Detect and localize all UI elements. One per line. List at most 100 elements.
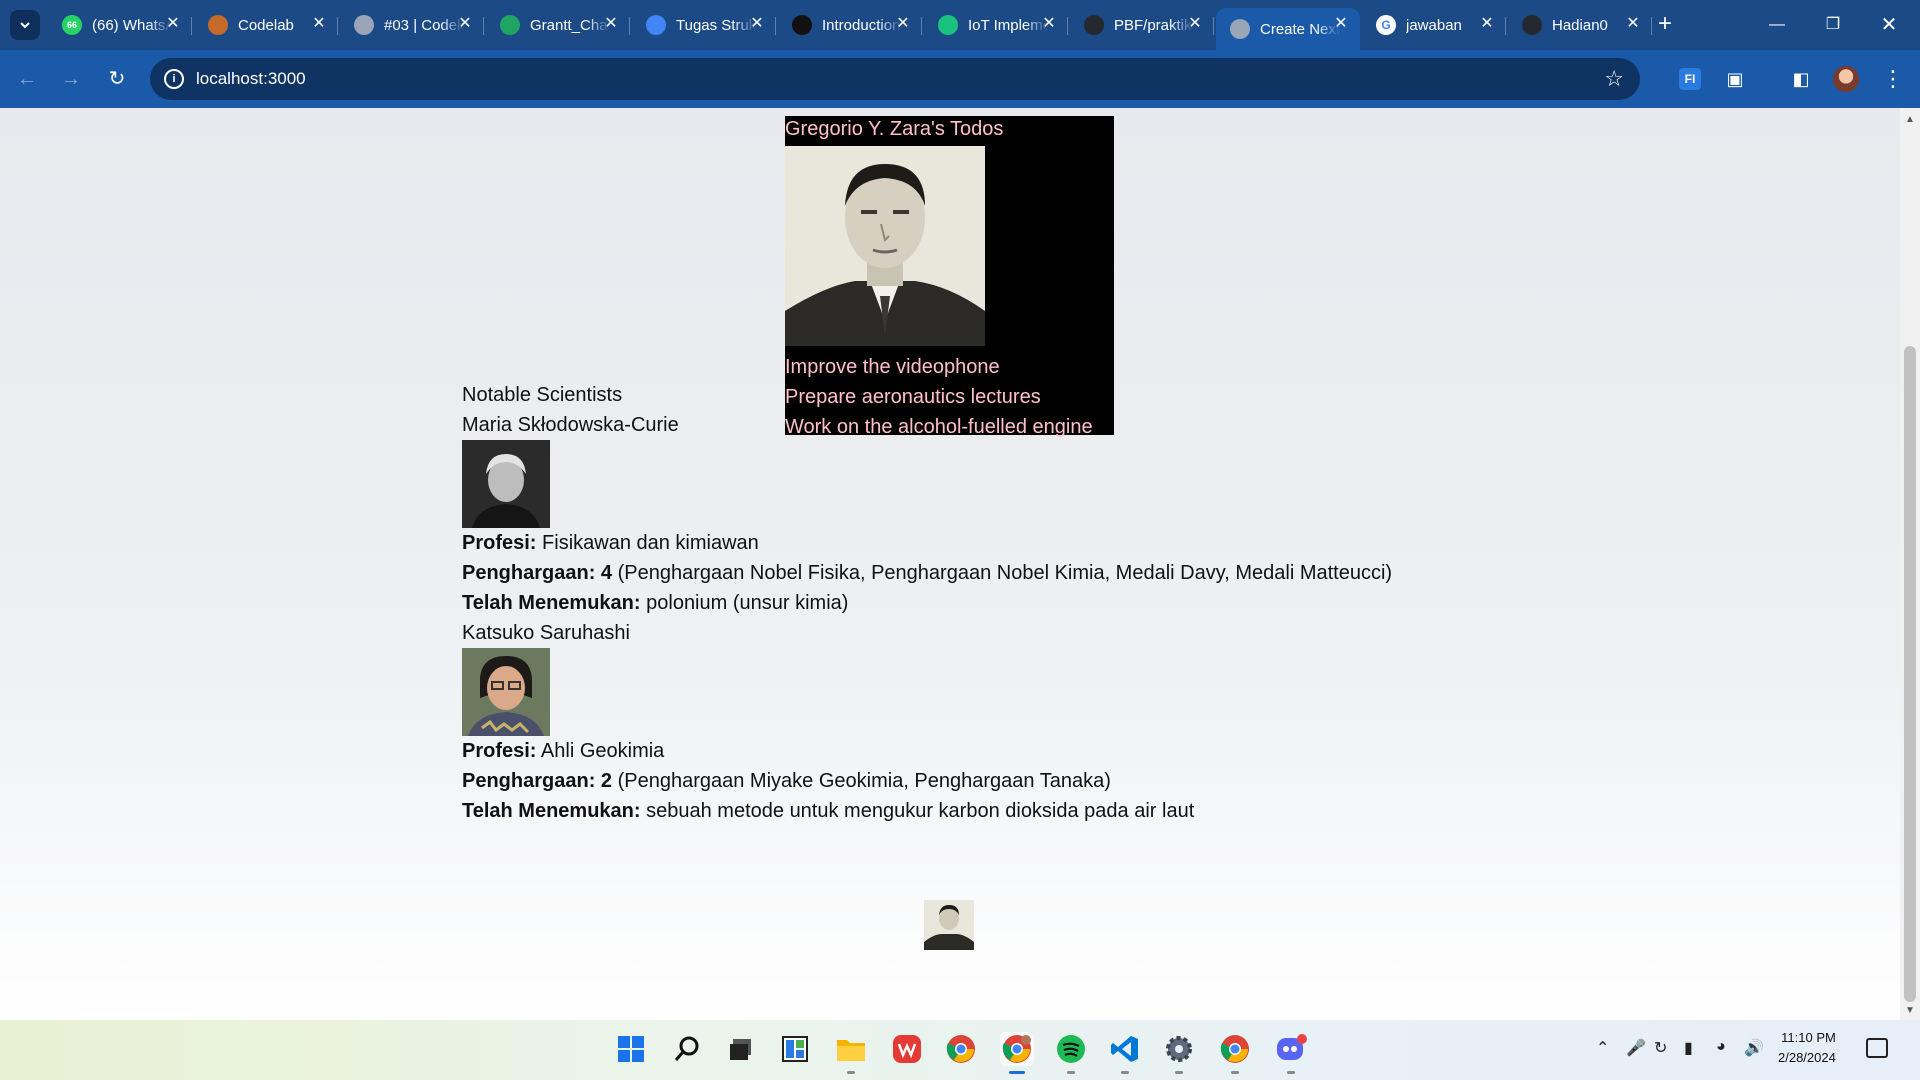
browser-tab[interactable]: Codelab ✕ bbox=[194, 8, 338, 42]
close-tab-icon[interactable]: ✕ bbox=[1624, 15, 1642, 33]
globe-icon bbox=[354, 15, 374, 35]
browser-tab[interactable]: Gjawaban ✕ bbox=[1362, 8, 1506, 42]
discovery-value: sebuah metode untuk mengukur karbon diok… bbox=[646, 800, 1195, 822]
battery-icon[interactable]: ▮ bbox=[1684, 1038, 1693, 1058]
search-icon[interactable] bbox=[670, 1032, 704, 1066]
tab-title: (66) WhatsApp bbox=[92, 16, 172, 34]
close-tab-icon[interactable]: ✕ bbox=[456, 15, 474, 33]
profession-value: Fisikawan dan kimiawan bbox=[542, 532, 759, 554]
browser-tab[interactable]: Introduction ✕ bbox=[778, 8, 922, 42]
sheets-icon bbox=[500, 15, 520, 35]
chatgpt-icon bbox=[792, 15, 812, 35]
awards-line: Penghargaan: 4 (Penghargaan Nobel Fisika… bbox=[462, 558, 1392, 588]
close-tab-icon[interactable]: ✕ bbox=[164, 15, 182, 33]
widgets-icon[interactable] bbox=[778, 1032, 812, 1066]
address-bar[interactable]: i localhost:3000 ☆ bbox=[150, 58, 1640, 100]
windows-taskbar: ⌃ 🎤 ↻ ▮ ◕ 🔊 11:10 PM 2/28/2024 bbox=[0, 1020, 1920, 1080]
photo-maria-curie bbox=[462, 440, 550, 528]
sync-icon[interactable]: ↻ bbox=[1654, 1038, 1667, 1058]
back-button[interactable]: ← bbox=[12, 64, 42, 94]
tab-search-button[interactable] bbox=[10, 10, 40, 40]
awards-value: (Penghargaan Miyake Geokimia, Penghargaa… bbox=[617, 770, 1111, 792]
settings-icon[interactable] bbox=[1162, 1032, 1196, 1074]
minimize-button[interactable]: — bbox=[1762, 10, 1792, 40]
portrait-gregorio-zara bbox=[785, 146, 985, 346]
forward-button[interactable]: → bbox=[56, 64, 86, 94]
side-panel-icon[interactable]: ◧ bbox=[1786, 64, 1816, 94]
browser-tab[interactable]: #03 | Codelab✕ bbox=[340, 8, 484, 42]
close-tab-icon[interactable]: ✕ bbox=[1186, 15, 1204, 33]
chevron-down-icon bbox=[20, 22, 30, 29]
wifi-icon[interactable]: ◕ bbox=[1716, 1038, 1726, 1056]
discovery-value: polonium (unsur kimia) bbox=[646, 592, 849, 614]
awards-value: (Penghargaan Nobel Fisika, Penghargaan N… bbox=[617, 562, 1393, 584]
url-text[interactable]: localhost:3000 bbox=[196, 69, 306, 89]
microphone-icon[interactable]: 🎤 bbox=[1626, 1038, 1646, 1058]
running-indicator bbox=[847, 1071, 855, 1074]
browser-tab[interactable]: Grantt_Chart ✕ bbox=[486, 8, 630, 42]
file-explorer-icon[interactable] bbox=[834, 1032, 868, 1074]
tab-title: Tugas Struktur bbox=[676, 16, 756, 34]
scrollbar-thumb[interactable] bbox=[1904, 346, 1916, 1002]
volume-icon[interactable]: 🔊 bbox=[1744, 1038, 1764, 1058]
scroll-up-arrow-icon[interactable]: ▲ bbox=[1905, 114, 1915, 125]
github-icon bbox=[1084, 15, 1104, 35]
scientist-name: Maria Skłodowska-Curie bbox=[462, 414, 679, 436]
close-tab-icon[interactable]: ✕ bbox=[1332, 15, 1350, 33]
discovery-label: Telah Menemukan: bbox=[462, 592, 641, 614]
close-tab-icon[interactable]: ✕ bbox=[748, 15, 766, 33]
chrome-icon[interactable] bbox=[1218, 1032, 1252, 1074]
scroll-down-arrow-icon[interactable]: ▼ bbox=[1905, 1005, 1915, 1016]
site-info-icon[interactable]: i bbox=[164, 69, 184, 89]
browser-tab[interactable]: IoT Implementation✕ bbox=[924, 8, 1068, 42]
system-clock[interactable]: 11:10 PM 2/28/2024 bbox=[1778, 1028, 1836, 1068]
restore-button[interactable]: ❐ bbox=[1818, 10, 1848, 40]
close-tab-icon[interactable]: ✕ bbox=[310, 15, 328, 33]
close-tab-icon[interactable]: ✕ bbox=[1040, 15, 1058, 33]
tab-separator bbox=[337, 17, 338, 35]
browser-tab[interactable]: Tugas Struktur✕ bbox=[632, 8, 776, 42]
tab-title: Codelab bbox=[238, 16, 294, 34]
wps-office-icon[interactable] bbox=[890, 1032, 924, 1066]
chrome-profile-icon[interactable] bbox=[1000, 1032, 1034, 1074]
photo-katsuko-saruhashi bbox=[462, 648, 550, 736]
avatar[interactable] bbox=[1833, 66, 1859, 92]
extension-fi-icon[interactable]: FI bbox=[1679, 68, 1701, 90]
profession-label: Profesi: bbox=[462, 532, 537, 554]
task-view-icon[interactable] bbox=[724, 1032, 758, 1066]
docs-icon bbox=[646, 15, 666, 35]
notification-center-icon[interactable] bbox=[1866, 1038, 1888, 1058]
browser-tab[interactable]: Hadian0 ✕ bbox=[1508, 8, 1652, 42]
menu-kebab-icon[interactable]: ⋮ bbox=[1878, 64, 1908, 94]
profession-line: Profesi: Fisikawan dan kimiawan bbox=[462, 528, 1392, 558]
tab-title: #03 | Codelab bbox=[384, 16, 464, 34]
browser-tab[interactable]: 66 (66) WhatsApp✕ bbox=[48, 8, 192, 42]
browser-tab[interactable]: Create Next App✕ bbox=[1216, 8, 1360, 50]
windows-start-icon[interactable] bbox=[614, 1032, 648, 1066]
show-hidden-icons-chevron-icon[interactable]: ⌃ bbox=[1596, 1038, 1609, 1058]
whatsapp-icon: 66 bbox=[62, 15, 82, 35]
profession-value: Ahli Geokimia bbox=[540, 740, 665, 762]
discord-icon[interactable] bbox=[1274, 1032, 1308, 1074]
spotify-icon[interactable] bbox=[1054, 1032, 1088, 1074]
todo-item: Improve the videophone bbox=[785, 356, 1000, 378]
new-tab-button[interactable]: + bbox=[1652, 12, 1678, 38]
vscode-icon[interactable] bbox=[1108, 1032, 1142, 1074]
bookmark-star-icon[interactable]: ☆ bbox=[1604, 66, 1624, 92]
section-title: Notable Scientists bbox=[462, 384, 623, 406]
profession-line: Profesi: Ahli Geokimia bbox=[462, 736, 1392, 766]
google-icon: G bbox=[1376, 15, 1396, 35]
extensions-puzzle-icon[interactable]: ▣ bbox=[1720, 64, 1750, 94]
close-window-button[interactable]: ✕ bbox=[1874, 10, 1904, 40]
tab-separator bbox=[1505, 17, 1506, 35]
close-tab-icon[interactable]: ✕ bbox=[1478, 15, 1496, 33]
reload-button[interactable]: ↻ bbox=[102, 64, 132, 94]
browser-tab[interactable]: PBF/praktikum✕ bbox=[1070, 8, 1214, 42]
chrome-icon[interactable] bbox=[944, 1032, 978, 1066]
close-tab-icon[interactable]: ✕ bbox=[894, 15, 912, 33]
tab-separator bbox=[483, 17, 484, 35]
page-scrollbar[interactable]: ▲ ▼ bbox=[1900, 108, 1920, 1020]
tab-title: jawaban bbox=[1406, 16, 1462, 34]
close-tab-icon[interactable]: ✕ bbox=[602, 15, 620, 33]
tab-separator bbox=[1213, 17, 1214, 35]
